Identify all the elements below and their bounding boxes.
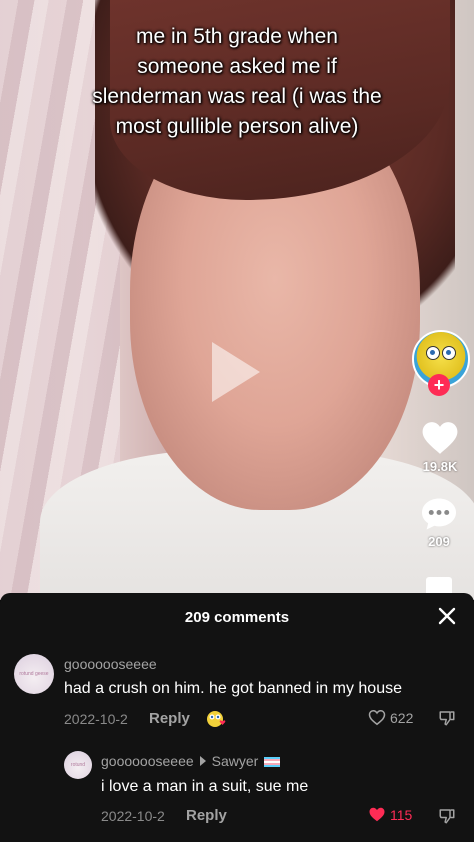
play-icon[interactable] (212, 342, 260, 402)
reply-button[interactable]: Reply (149, 710, 190, 727)
comments-title: 209 comments (184, 609, 290, 626)
flag-icon (264, 757, 281, 768)
comment-button[interactable]: 209 (409, 497, 469, 549)
heart-icon (410, 420, 470, 456)
comment-like-button[interactable]: 622 (368, 709, 413, 726)
reply-arrow-icon (199, 756, 206, 766)
comment-icon (409, 497, 469, 531)
like-count: 19.8K (422, 459, 458, 474)
reply-text: i love a man in a suit, sue me (101, 778, 309, 795)
follow-button[interactable]: + (428, 374, 450, 396)
comment-username[interactable]: gooooooseeee (64, 656, 157, 672)
reply-username[interactable]: gooooooseeee (101, 753, 194, 769)
dislike-icon[interactable] (438, 807, 456, 825)
avatar-eye-left (426, 346, 440, 360)
heart-outline-icon (368, 709, 386, 726)
comment-like-count: 622 (390, 709, 414, 726)
close-icon[interactable] (436, 605, 458, 627)
dislike-icon[interactable] (438, 709, 456, 727)
reply-date: 2022-10-2 (101, 808, 165, 824)
comment-date: 2022-10-2 (64, 711, 128, 727)
video-player[interactable]: me in 5th grade when someone asked me if… (0, 0, 474, 600)
reply-to-username[interactable]: Sawyer (212, 753, 259, 769)
heart-filled-icon (369, 807, 385, 822)
avatar-eye-right (442, 346, 456, 360)
avatar-text: rotund geese (70, 762, 86, 768)
comment-text: had a crush on him. he got banned in my … (64, 680, 402, 697)
reply-like-button[interactable]: 115 (368, 806, 412, 823)
reply-like-count: 115 (390, 806, 413, 823)
avatar-text: rotund geese (19, 671, 49, 677)
reply-username-line: gooooooseeee Sawyer (101, 753, 281, 769)
comment-count: 209 (428, 534, 450, 549)
creator-liked-icon (207, 711, 226, 727)
like-button[interactable]: 19.8K (410, 420, 470, 474)
reply-reply-button[interactable]: Reply (186, 807, 227, 824)
reply-avatar[interactable]: rotund geese (64, 751, 92, 779)
comment-avatar[interactable]: rotund geese (14, 654, 54, 694)
video-caption: me in 5th grade when someone asked me if… (92, 25, 382, 138)
